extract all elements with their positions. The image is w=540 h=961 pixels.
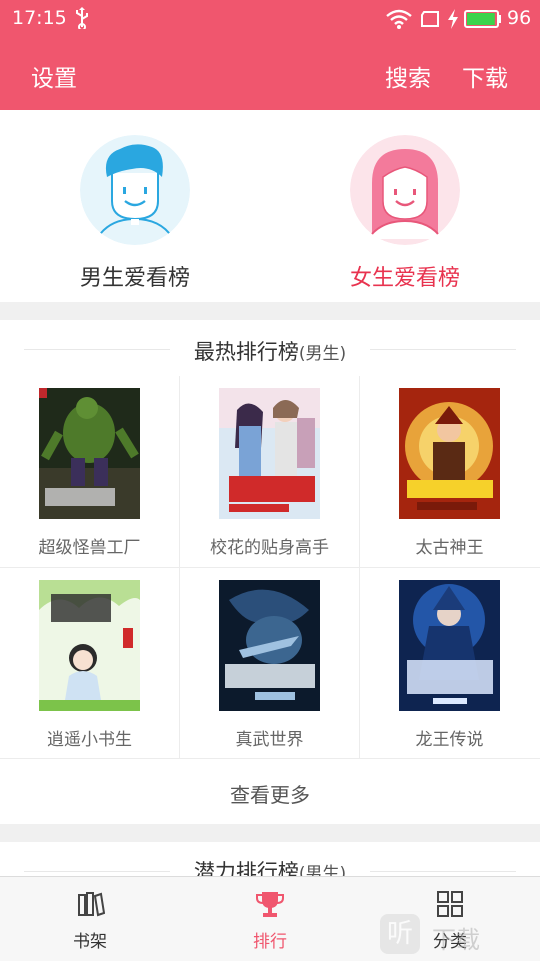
male-avatar-icon	[80, 135, 190, 245]
status-time: 17:15	[12, 7, 67, 29]
hot-rank-panel: 最热排行榜(男生) 超级怪兽工厂 校花的贴身高手 太古神王 逍遥小书生 真武世界…	[0, 320, 540, 824]
book-cover	[399, 388, 500, 519]
book-title: 校花的贴身高手	[210, 538, 329, 558]
tab-bookshelf-label: 书架	[73, 932, 107, 952]
book-item[interactable]: 超级怪兽工厂	[0, 376, 179, 566]
gender-selector: 男生爱看榜 女生爱看榜	[0, 110, 540, 302]
battery-icon	[464, 10, 501, 28]
book-cover	[39, 388, 140, 519]
view-more-button[interactable]: 查看更多	[0, 758, 540, 825]
status-bar: 17:15 96	[0, 0, 540, 38]
book-title: 超级怪兽工厂	[38, 538, 141, 558]
book-item[interactable]: 真武世界	[180, 568, 359, 758]
sim-icon	[421, 11, 439, 27]
book-title: 太古神王	[415, 538, 484, 558]
watermark-text: 下载	[432, 926, 480, 954]
tab-bookshelf[interactable]: 书架	[0, 877, 180, 961]
wifi-icon	[386, 9, 412, 29]
book-item[interactable]: 龙王传说	[360, 568, 539, 758]
book-cover	[219, 388, 320, 519]
book-title: 逍遥小书生	[47, 730, 132, 750]
battery-percent: 96	[507, 7, 532, 29]
tab-ranking[interactable]: 排行	[180, 877, 360, 961]
settings-button[interactable]: 设置	[31, 59, 77, 93]
trophy-icon	[256, 892, 284, 917]
download-button[interactable]: 下载	[462, 59, 508, 93]
hot-rank-header: 最热排行榜(男生)	[0, 320, 540, 378]
app-bar: 设置 搜索 下载	[0, 38, 540, 110]
book-item[interactable]: 校花的贴身高手	[180, 376, 359, 566]
hot-rank-title: 最热排行榜(男生)	[0, 336, 540, 366]
charging-icon	[448, 9, 458, 29]
book-cover	[399, 580, 500, 711]
book-title: 真武世界	[235, 730, 304, 750]
bookshelf-icon	[78, 892, 105, 917]
book-title: 龙王传说	[415, 730, 484, 750]
tab-ranking-label: 排行	[253, 932, 287, 952]
view-more-label: 查看更多	[230, 783, 310, 807]
male-rank-button[interactable]: 男生爱看榜	[0, 110, 270, 302]
hot-rank-title-text: 最热排行榜	[193, 340, 299, 364]
male-rank-label: 男生爱看榜	[79, 266, 190, 291]
book-cover	[219, 580, 320, 711]
female-avatar-icon	[350, 135, 460, 245]
watermark-logo: 听	[380, 914, 420, 954]
book-grid: 超级怪兽工厂 校花的贴身高手 太古神王 逍遥小书生 真武世界 龙王传说	[0, 376, 540, 758]
usb-icon	[76, 7, 88, 29]
female-rank-button[interactable]: 女生爱看榜	[270, 110, 540, 302]
book-item[interactable]: 逍遥小书生	[0, 568, 179, 758]
watermark: 听 下载	[380, 914, 540, 960]
hot-rank-subtitle: (男生)	[298, 344, 347, 364]
search-button[interactable]: 搜索	[385, 59, 431, 93]
book-cover	[39, 580, 140, 711]
female-rank-label: 女生爱看榜	[349, 266, 460, 291]
book-item[interactable]: 太古神王	[360, 376, 539, 566]
